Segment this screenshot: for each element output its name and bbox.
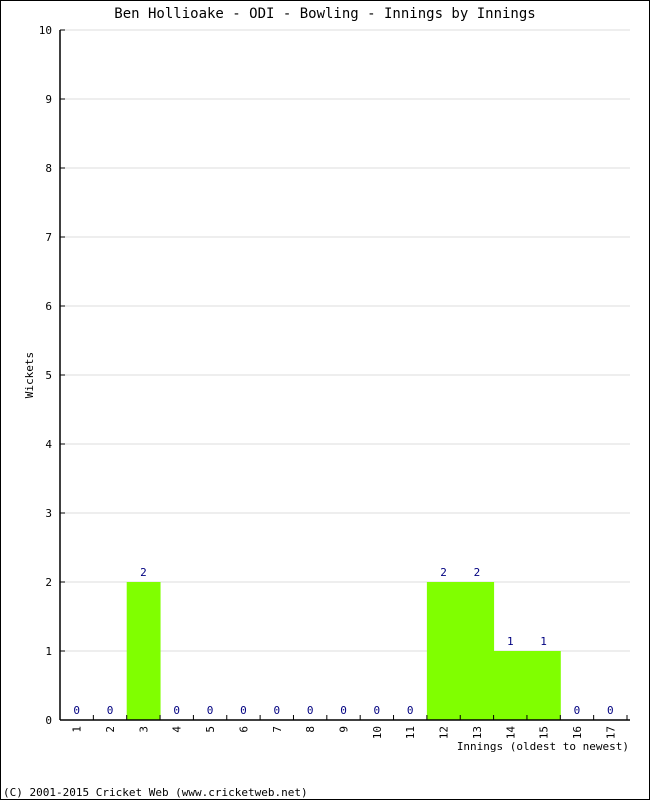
data-label: 2 xyxy=(140,566,147,579)
y-tick-label: 5 xyxy=(45,369,52,382)
x-tick-label: 10 xyxy=(371,726,384,739)
data-label: 0 xyxy=(407,704,414,717)
x-tick-label: 11 xyxy=(404,726,417,739)
x-tick-label: 16 xyxy=(571,726,584,739)
data-label: 0 xyxy=(273,704,280,717)
bar-chart: Ben Hollioake - ODI - Bowling - Innings … xyxy=(3,6,630,799)
gridlines xyxy=(60,29,630,652)
data-label: 1 xyxy=(507,635,514,648)
x-tick-label: 13 xyxy=(471,726,484,739)
bar xyxy=(526,651,561,720)
y-tick-label: 1 xyxy=(45,645,52,658)
y-tick-label: 2 xyxy=(45,576,52,589)
y-tick-label: 3 xyxy=(45,507,52,520)
data-label: 0 xyxy=(307,704,314,717)
data-label: 2 xyxy=(440,566,447,579)
bar xyxy=(493,651,528,720)
bar xyxy=(126,582,161,720)
x-tick-label: 3 xyxy=(137,726,150,733)
x-tick-label: 5 xyxy=(204,726,217,733)
y-tick-label: 10 xyxy=(39,24,52,37)
x-tick-label: 6 xyxy=(237,726,250,733)
y-tick-label: 6 xyxy=(45,300,52,313)
x-tick-label: 15 xyxy=(538,726,551,739)
data-label: 1 xyxy=(540,635,547,648)
y-tick-label: 4 xyxy=(45,438,52,451)
y-axis-ticks: 0 1 2 3 4 5 6 7 8 9 10 xyxy=(39,24,65,727)
data-label: 2 xyxy=(474,566,481,579)
y-axis-label: Wickets xyxy=(23,352,36,398)
x-tick-label: 9 xyxy=(338,726,351,733)
y-tick-label: 0 xyxy=(45,714,52,727)
x-axis-label: Innings (oldest to newest) xyxy=(457,740,629,753)
x-tick-label: 2 xyxy=(104,726,117,733)
x-tick-label: 14 xyxy=(504,726,517,740)
x-tick-label: 8 xyxy=(304,726,317,733)
y-tick-label: 8 xyxy=(45,162,52,175)
data-label: 0 xyxy=(207,704,214,717)
x-tick-label: 17 xyxy=(604,726,617,739)
data-label: 0 xyxy=(374,704,381,717)
x-tick-label: 12 xyxy=(438,726,451,739)
x-tick-label: 7 xyxy=(271,726,284,733)
data-label: 0 xyxy=(173,704,180,717)
bar xyxy=(426,582,461,720)
y-tick-label: 7 xyxy=(45,231,52,244)
bar xyxy=(460,582,495,720)
y-tick-label: 9 xyxy=(45,93,52,106)
data-label: 0 xyxy=(240,704,247,717)
data-label: 0 xyxy=(607,704,614,717)
data-label: 0 xyxy=(73,704,80,717)
data-label: 0 xyxy=(340,704,347,717)
chart-title: Ben Hollioake - ODI - Bowling - Innings … xyxy=(114,6,535,22)
x-tick-label: 1 xyxy=(71,726,84,733)
data-label: 0 xyxy=(574,704,581,717)
copyright-footer: (C) 2001-2015 Cricket Web (www.cricketwe… xyxy=(3,786,308,799)
x-tick-label: 4 xyxy=(171,726,184,733)
data-label: 0 xyxy=(107,704,114,717)
